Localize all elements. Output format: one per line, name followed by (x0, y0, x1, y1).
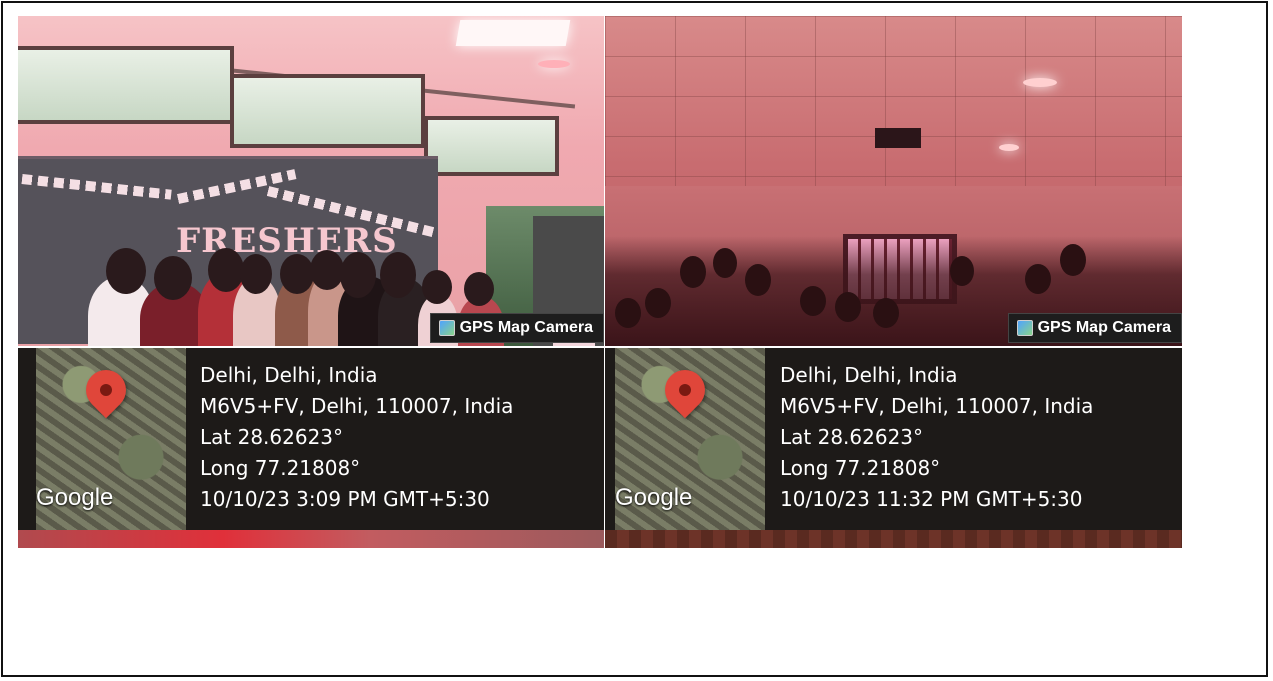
map-pin-dot (100, 384, 112, 396)
person-head (340, 252, 376, 298)
location-info-panel: Google Delhi, Delhi, India M6V5+FV, Delh… (18, 348, 604, 530)
location-city: Delhi, Delhi, India (200, 363, 378, 387)
photo-bottom-strip (605, 530, 1182, 548)
person-head (745, 264, 771, 296)
window-pane (18, 46, 234, 124)
event-photo-left: FRESHERS GPS Map Camera (18, 16, 604, 346)
person-head (615, 298, 641, 328)
watermark-label: GPS Map Camera (1037, 319, 1171, 336)
location-latitude: Lat 28.62623° (780, 425, 924, 449)
map-thumbnail: Google (615, 348, 765, 530)
ceiling-lamp (538, 60, 570, 68)
photo-bottom-strip (18, 530, 604, 548)
location-info-panel: Google Delhi, Delhi, India M6V5+FV, Delh… (605, 348, 1182, 530)
location-longitude: Long 77.21808° (780, 456, 941, 480)
window-pane (230, 74, 425, 148)
person-head (208, 248, 244, 292)
watermark-label: GPS Map Camera (459, 319, 593, 336)
person-head (1060, 244, 1086, 276)
ceiling-tiles (605, 16, 1182, 186)
photo-card-right: GPS Map Camera Google Delhi, Delhi, Indi… (605, 16, 1182, 548)
person-head (464, 272, 494, 306)
ceiling-lamp (1023, 78, 1057, 87)
map-brand-logo: Google (36, 484, 114, 511)
person-head (422, 270, 452, 304)
person-head (950, 256, 974, 286)
map-brand-logo: Google (615, 484, 693, 511)
gps-watermark: GPS Map Camera (1007, 313, 1182, 343)
window-pane (424, 116, 559, 176)
event-photo-right: GPS Map Camera (605, 16, 1182, 346)
camera-icon (1016, 320, 1033, 336)
map-pin-dot (679, 384, 691, 396)
person-head (240, 254, 272, 294)
person-head (280, 254, 314, 294)
person-head (713, 248, 737, 278)
location-details: Delhi, Delhi, India M6V5+FV, Delhi, 1100… (200, 360, 513, 515)
location-city: Delhi, Delhi, India (780, 363, 958, 387)
person-head (310, 250, 344, 290)
photo-timestamp: 10/10/23 3:09 PM GMT+5:30 (200, 487, 490, 511)
person-head (645, 288, 671, 318)
person-head (873, 298, 899, 328)
photo-card-left: FRESHERS GPS Map Camera Google Delhi, De… (18, 16, 604, 548)
location-address: M6V5+FV, Delhi, 110007, India (200, 394, 514, 418)
ceiling-light (455, 20, 571, 46)
map-thumbnail: Google (36, 348, 186, 530)
person-head (800, 286, 826, 316)
person-head (154, 256, 192, 300)
person-head (680, 256, 706, 288)
camera-icon (438, 320, 455, 336)
person-head (380, 252, 416, 298)
person-head (106, 248, 146, 294)
person-head (1025, 264, 1051, 294)
location-address: M6V5+FV, Delhi, 110007, India (780, 394, 1094, 418)
photo-timestamp: 10/10/23 11:32 PM GMT+5:30 (780, 487, 1083, 511)
ceiling-vent (875, 128, 921, 148)
ceiling-lamp (999, 144, 1019, 151)
location-details: Delhi, Delhi, India M6V5+FV, Delhi, 1100… (780, 360, 1093, 515)
location-longitude: Long 77.21808° (200, 456, 361, 480)
person-head (835, 292, 861, 322)
location-latitude: Lat 28.62623° (200, 425, 344, 449)
gps-watermark: GPS Map Camera (429, 313, 604, 343)
